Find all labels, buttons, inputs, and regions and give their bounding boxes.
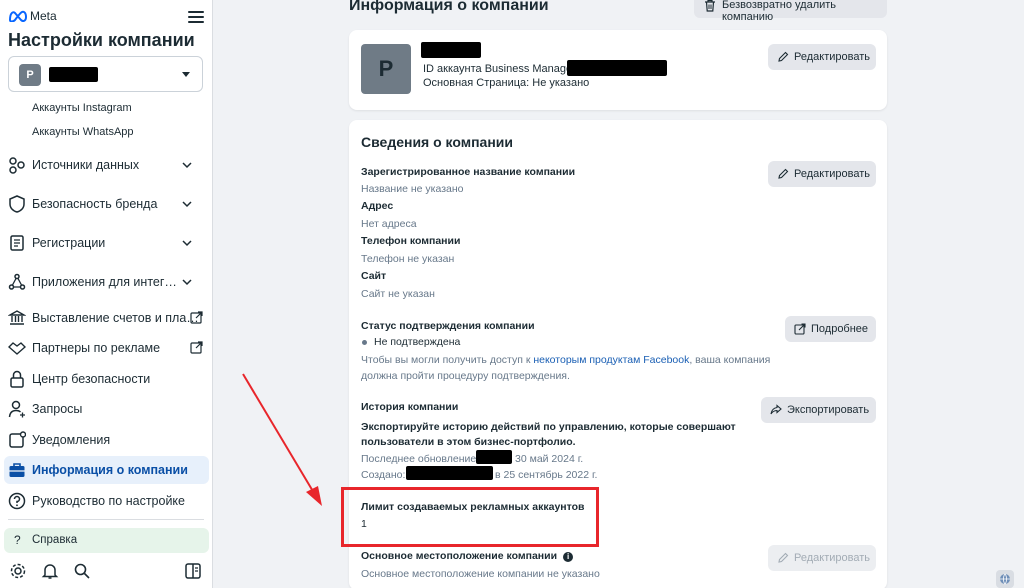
annotation-highlight-box — [341, 487, 599, 547]
globe-icon[interactable] — [996, 570, 1014, 588]
globe-graphic — [1000, 573, 1010, 585]
